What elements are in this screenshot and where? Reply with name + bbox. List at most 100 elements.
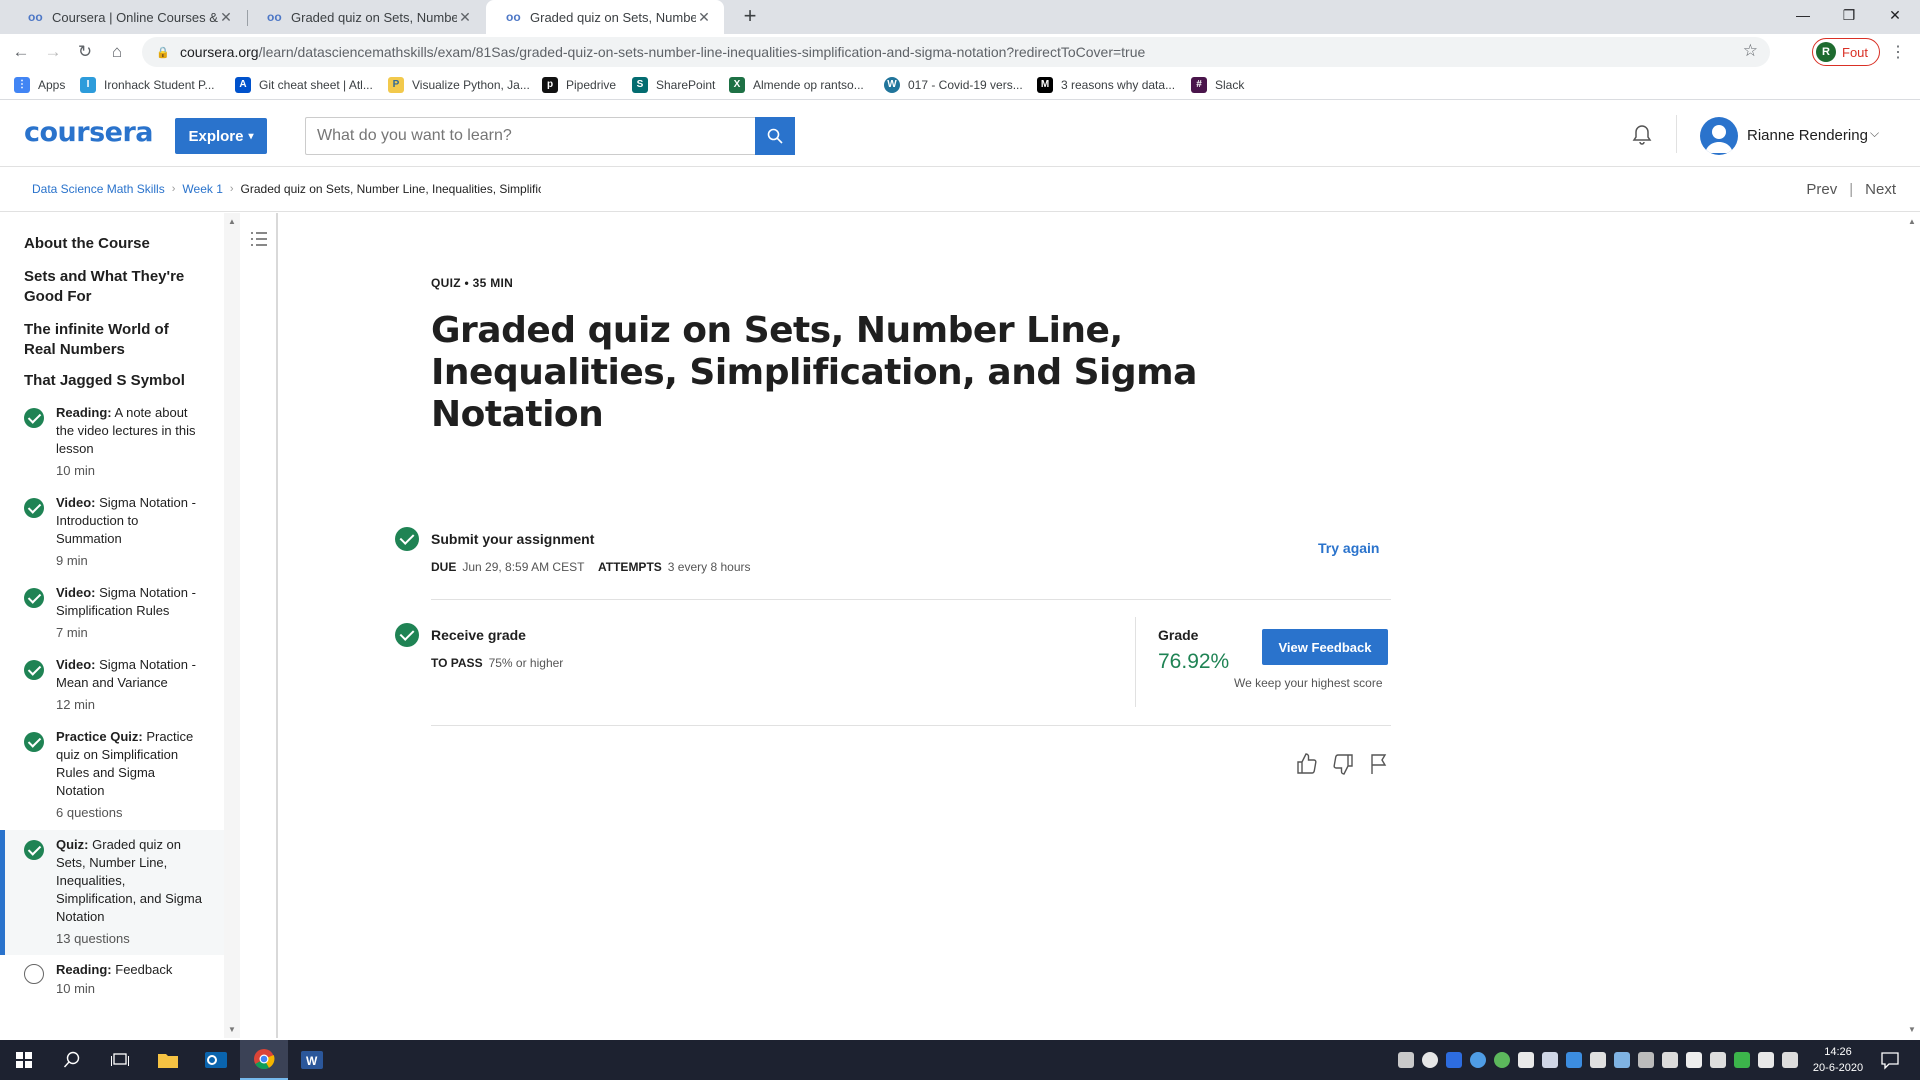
bookmark-star-icon[interactable]: ☆ [1743,41,1758,61]
browser-menu-icon[interactable]: ⋮ [1890,42,1906,62]
scroll-down-icon[interactable]: ▼ [1908,1025,1916,1034]
sidebar-item-meta: 12 min [56,697,96,712]
scroll-up-icon[interactable]: ▲ [228,217,236,226]
taskbar-file-explorer[interactable] [144,1040,192,1080]
scroll-up-icon[interactable]: ▲ [1908,217,1916,226]
tray-app-icon[interactable] [1542,1052,1558,1068]
tray-app-icon[interactable] [1734,1052,1750,1068]
scroll-down-icon[interactable]: ▼ [228,1025,236,1034]
tray-app-icon[interactable] [1614,1052,1630,1068]
tray-app-icon[interactable] [1446,1052,1462,1068]
close-tab-icon[interactable]: ✕ [457,9,473,26]
user-avatar[interactable] [1700,117,1738,155]
view-feedback-button[interactable]: View Feedback [1262,629,1388,665]
reload-icon[interactable]: ↻ [72,39,98,65]
bookmark-medium[interactable]: M 3 reasons why data... [1037,75,1175,95]
lock-icon: 🔒 [156,46,170,59]
prev-link[interactable]: Prev [1806,181,1837,198]
course-sidebar: About the Course Sets and What They're G… [0,213,224,1038]
sidebar-item-reading-note[interactable]: Reading: A note about the video lectures… [0,401,224,491]
tray-app-icon[interactable] [1590,1052,1606,1068]
taskbar-search-button[interactable] [48,1040,96,1080]
flag-icon[interactable] [1367,752,1391,776]
main-scrollbar[interactable]: ▲ ▼ [1904,213,1920,1038]
browser-tab-2[interactable]: oo Graded quiz on Sets, Number Line, Ine… [247,0,485,34]
sidebar-item-video-mean[interactable]: Video: Sigma Notation - Mean and Varianc… [0,653,224,725]
close-window-icon[interactable]: ✕ [1872,0,1918,30]
browser-toolbar: ← → ↻ ⌂ 🔒 coursera.org/learn/datascience… [0,34,1920,70]
taskbar-clock[interactable]: 14:26 20-6-2020 [1806,1044,1870,1076]
sidebar-section-sigma[interactable]: That Jagged S Symbol [24,371,204,391]
close-tab-icon[interactable]: ✕ [218,9,234,26]
bookmark-python-tutor[interactable]: P Visualize Python, Ja... [388,75,530,95]
tray-app-icon[interactable] [1638,1052,1654,1068]
table-of-contents-icon[interactable] [250,231,268,247]
thumbs-down-icon[interactable] [1331,752,1355,776]
receive-completed-check-icon [395,623,419,647]
bluetooth-icon[interactable] [1566,1052,1582,1068]
tray-app-icon[interactable] [1422,1052,1438,1068]
notification-bell-icon[interactable] [1630,123,1654,147]
bookmark-pipedrive[interactable]: p Pipedrive [542,75,616,95]
home-icon[interactable]: ⌂ [104,39,130,65]
breadcrumb-week-link[interactable]: Week 1 [182,182,222,196]
profile-chip[interactable]: R Fout [1812,38,1880,66]
try-again-button[interactable]: Try again [1318,540,1379,556]
sidebar-item-graded-quiz[interactable]: Quiz: Graded quiz on Sets, Number Line, … [0,830,224,955]
start-button[interactable] [0,1040,48,1080]
address-bar[interactable]: 🔒 coursera.org/learn/datasciencemathskil… [142,37,1770,67]
bookmark-excel[interactable]: X Almende op rantso... [729,75,864,95]
search-icon [63,1051,80,1068]
sidebar-item-video-intro[interactable]: Video: Sigma Notation - Introduction to … [0,491,224,581]
wifi-icon[interactable] [1758,1052,1774,1068]
breadcrumb-course-link[interactable]: Data Science Math Skills [32,182,165,196]
bookmark-label: Git cheat sheet | Atl... [259,78,373,92]
next-link[interactable]: Next [1865,181,1896,198]
taskbar-outlook[interactable] [192,1040,240,1080]
explore-button[interactable]: Explore ▾ [175,118,267,154]
volume-icon[interactable] [1710,1052,1726,1068]
search-input[interactable] [305,117,755,155]
bookmark-ironhack[interactable]: I Ironhack Student P... [80,75,215,95]
back-icon[interactable]: ← [8,39,34,65]
tray-app-icon[interactable] [1398,1052,1414,1068]
sidebar-section-sets[interactable]: Sets and What They're Good For [24,267,204,307]
bookmark-sharepoint[interactable]: S SharePoint [632,75,715,95]
bookmark-wordpress[interactable]: W 017 - Covid-19 vers... [884,75,1023,95]
sidebar-scrollbar[interactable]: ▲ ▼ [224,213,240,1038]
sidebar-item-video-rules[interactable]: Video: Sigma Notation - Simplification R… [0,581,224,653]
taskbar-chrome[interactable] [240,1040,288,1080]
search-button[interactable] [755,117,795,155]
display-icon[interactable] [1662,1052,1678,1068]
bookmark-apps[interactable]: ⋮ Apps [14,75,65,95]
battery-icon[interactable] [1782,1052,1798,1068]
sidebar-section-real-numbers[interactable]: The infinite World of Real Numbers [24,320,204,360]
tray-app-icon[interactable] [1518,1052,1534,1068]
sidebar-item-reading-feedback[interactable]: Reading: Feedback 10 min [0,958,224,1018]
thumbs-up-icon[interactable] [1295,752,1319,776]
task-view-button[interactable] [96,1040,144,1080]
sidebar-item-meta: 9 min [56,553,88,568]
completed-check-icon [24,660,44,680]
new-tab-button[interactable]: + [737,4,763,30]
forward-icon[interactable]: → [40,39,66,65]
close-tab-icon[interactable]: ✕ [696,9,712,26]
sidebar-section-about[interactable]: About the Course [24,234,204,254]
ironhack-icon: I [80,77,96,93]
coursera-logo[interactable]: coursera [24,117,154,148]
sidebar-item-practice-quiz[interactable]: Practice Quiz: Practice quiz on Simplifi… [0,725,224,833]
tray-app-icon[interactable] [1470,1052,1486,1068]
user-name[interactable]: Rianne Rendering [1747,127,1868,144]
taskbar-word[interactable]: W [288,1040,336,1080]
bookmark-atlassian[interactable]: A Git cheat sheet | Atl... [235,75,373,95]
bookmark-slack[interactable]: # Slack [1191,75,1244,95]
minimize-window-icon[interactable]: — [1780,0,1826,30]
tray-app-icon[interactable] [1686,1052,1702,1068]
browser-tab-3-active[interactable]: oo Graded quiz on Sets, Number Line, Ine… [486,0,724,34]
notifications-icon[interactable] [1880,1050,1900,1070]
browser-tab-1[interactable]: oo Coursera | Online Courses & Credentia… [8,0,246,34]
restore-window-icon[interactable]: ❐ [1826,0,1872,30]
chevron-down-icon[interactable]: ⌵ [1870,126,1879,141]
header-divider [1676,115,1677,153]
tray-app-icon[interactable] [1494,1052,1510,1068]
